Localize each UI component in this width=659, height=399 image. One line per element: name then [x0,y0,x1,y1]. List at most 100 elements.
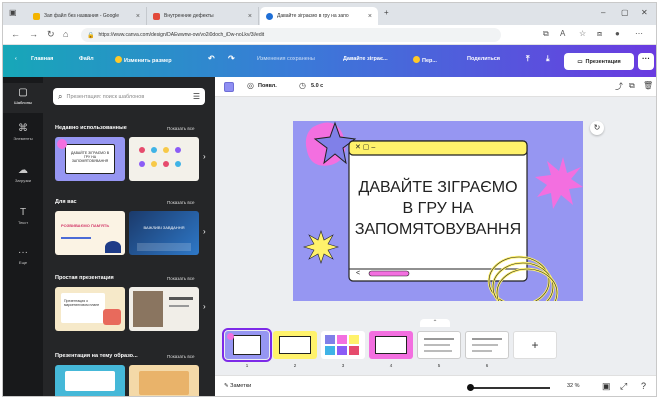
fullscreen-icon[interactable]: ⤢ [620,381,627,392]
page-thumbnail[interactable] [417,331,461,359]
duplicate-page-icon[interactable]: ⧉ [629,81,635,91]
slide-title[interactable]: ДАВАЙТЕ ЗІГРАЄМО В ГРУ НА ЗАПОМЯТОВУВАНН… [343,177,533,240]
see-all-link[interactable]: Показать все [167,200,194,205]
close-window-button[interactable]: ✕ [641,8,648,17]
close-tab-icon[interactable]: × [248,13,252,20]
premium-label: Пер... [422,58,437,64]
template-thumbnail[interactable]: РОЗВИВАЄМО ПАМ'ЯТЬ [55,211,125,255]
background-color-swatch[interactable] [224,82,234,92]
share-slide-icon[interactable]: ⤴ [615,81,623,92]
window-controls-icon: ✕ ▢ – [355,144,376,151]
close-tab-icon[interactable]: × [368,13,372,20]
url-text: https://www.canva.com/design/DAEwwnw-ow/… [98,32,265,38]
chevron-right-icon[interactable]: › [203,227,206,236]
notes-icon: ✎ [224,383,229,389]
browser-menu-icon[interactable]: ⋯ [635,29,643,38]
download-icon[interactable]: ⤓ [546,54,550,64]
upload-icon[interactable]: ⤒ [526,54,530,64]
zoom-slider[interactable] [470,387,550,389]
animate-icon[interactable]: ◎ [247,81,254,90]
template-thumbnail[interactable] [129,365,199,396]
rail-label: Еще [18,260,28,265]
new-tab-button[interactable]: + [384,8,389,17]
file-menu[interactable]: Файл [79,56,94,62]
svg-text:<: < [356,270,360,277]
chevron-right-icon[interactable]: › [203,302,206,311]
timer-icon[interactable]: ◷ [299,81,306,90]
chevron-right-icon[interactable]: › [203,152,206,161]
page-thumbnail[interactable] [222,328,272,362]
redo-button[interactable]: ↷ [228,54,235,63]
close-tab-icon[interactable]: × [136,13,140,20]
undo-button[interactable]: ↶ [208,54,215,63]
page-thumbnail[interactable] [273,331,317,359]
crown-icon [413,56,420,63]
template-thumbnail[interactable] [55,365,125,396]
page-thumbnail[interactable] [369,331,413,359]
template-thumbnail[interactable]: Презентация о маркетинговом плане [55,287,125,331]
rail-item-templates[interactable]: ▢ Шаблоны [3,83,43,113]
zoom-slider-handle[interactable] [467,384,474,391]
notes-button[interactable]: ✎ Заметки [224,383,251,389]
duration-button[interactable]: 5.0 с [311,83,323,89]
share-button[interactable]: Поделиться [467,56,500,62]
add-page-button[interactable]: + [513,331,557,359]
template-thumbnail[interactable] [129,137,199,181]
forward-arrow-icon[interactable]: → [29,29,38,39]
delete-page-icon[interactable]: 🗑 [643,81,653,90]
template-caption: РОЗВИВАЄМО ПАМ'ЯТЬ [61,223,110,228]
refresh-icon[interactable]: ↻ [590,121,604,135]
template-search-input[interactable]: ⌕ Презентация: поиск шаблонов ☰ [53,88,205,105]
tab-title: Внутренние дефекты [164,13,214,19]
home-link[interactable]: Главная [31,56,53,62]
hide-pages-button[interactable]: ⌃ [420,319,450,327]
zoom-value[interactable]: 32 % [567,383,580,389]
crown-icon [115,56,122,63]
browser-tab-active[interactable]: Давайте зіграємо в гру на запо × [260,7,378,25]
lock-icon: 🔒 [87,32,95,39]
rail-item-text[interactable]: T Текст [3,203,43,233]
slide-canvas[interactable]: < ✕ ▢ – ДАВАЙТЕ ЗІГРАЄМО В ГРУ НА ЗАПОМЯ… [293,121,583,301]
rail-item-more[interactable]: ··· Еще [3,243,43,273]
page-thumbnail[interactable] [465,331,509,359]
help-button[interactable]: ? [641,381,646,391]
rail-item-uploads[interactable]: ☁ Загрузки [3,161,43,191]
profile-icon[interactable]: ● [615,29,620,38]
minimize-button[interactable]: – [601,8,605,17]
templates-icon: ▢ [18,87,28,98]
rail-item-elements[interactable]: ⌘ Элементы [3,119,43,149]
page-number: 5 [437,363,441,368]
filter-icon[interactable]: ☰ [193,92,200,101]
see-all-link[interactable]: Показать все [167,126,194,131]
see-all-link[interactable]: Показать все [167,276,194,281]
maximize-button[interactable]: ▢ [621,8,629,17]
template-thumbnail[interactable] [129,287,199,331]
url-field[interactable]: 🔒 https://www.canva.com/design/DAEwwnw-o… [81,28,501,42]
back-arrow-icon[interactable]: ← [11,29,20,39]
template-thumbnail[interactable]: ДАВАЙТЕ ЗІГРАЄМО В ГРУ НА ЗАПОМЯТОВУВАНН… [55,137,125,181]
screenshot-frame: ▣ Зап файл без названия - Google × Внутр… [2,2,657,397]
page-view-icon[interactable]: ▣ [602,381,611,392]
translate-icon[interactable]: ⧉ [543,29,549,39]
home-icon[interactable]: ⌂ [63,29,68,39]
template-thumbnail[interactable]: ВАЖЛИВІ ЗАВДАННЯ [129,211,199,255]
page-thumbnail[interactable] [321,331,365,359]
reload-icon[interactable]: ↻ [47,29,55,40]
resize-button[interactable]: Изменить размер [115,56,172,64]
premium-button[interactable]: Пер... [413,56,437,64]
favorite-star-icon[interactable]: ☆ [579,29,586,38]
see-all-link[interactable]: Показать все [167,354,194,359]
read-aloud-icon[interactable]: A [560,29,565,38]
tab-favicon-icon [153,12,160,20]
browser-tab[interactable]: Зап файл без названия - Google × [27,7,147,25]
tab-title: Зап файл без названия - Google [44,13,120,19]
collections-icon[interactable]: ⧈ [597,29,602,39]
present-button[interactable]: ▭ Презентация [564,53,634,70]
design-title[interactable]: Давайте зіграє... [343,56,388,62]
back-chevron-icon[interactable]: ‹ [15,56,17,62]
browser-tab[interactable]: Внутренние дефекты × [147,7,259,25]
templates-panel: ⌕ Презентация: поиск шаблонов ☰ Недавно … [43,77,215,396]
more-options-button[interactable]: ··· [638,53,654,70]
window-menu-icon[interactable]: ▣ [9,8,17,17]
animate-button[interactable]: Появл. [258,83,277,89]
